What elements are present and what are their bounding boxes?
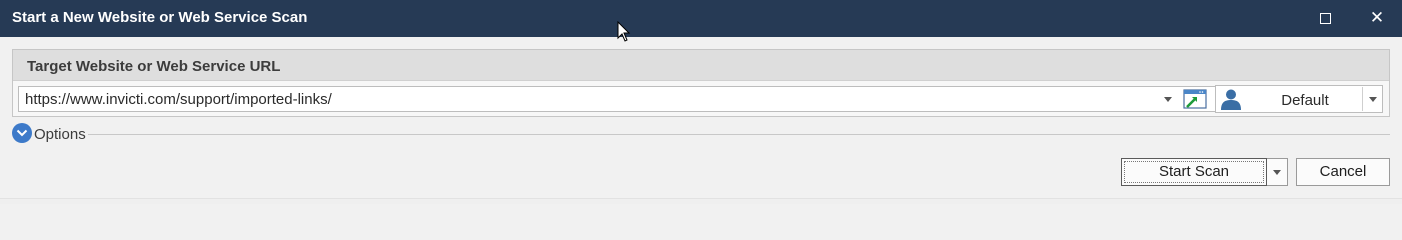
window-title: Start a New Website or Web Service Scan [12,9,308,26]
profile-label: Default [1281,92,1329,109]
options-label[interactable]: Options [34,126,86,143]
options-expand-button[interactable] [12,123,32,143]
profile-selector[interactable]: Default [1215,85,1383,113]
start-scan-dropdown-button[interactable] [1267,158,1288,186]
target-url-group: Target Website or Web Service URL [12,49,1390,117]
url-input[interactable] [25,91,1155,108]
background-window-edge [0,198,1402,204]
profile-dropdown-button[interactable] [1363,86,1383,112]
mouse-cursor-icon [617,21,631,42]
chevron-down-icon [1369,96,1377,102]
chevron-down-icon [1273,169,1281,175]
close-button[interactable]: ✕ [1354,0,1400,37]
cancel-button[interactable]: Cancel [1296,158,1390,186]
group-header: Target Website or Web Service URL [13,50,1389,81]
start-scan-button[interactable]: Start Scan [1121,158,1267,186]
url-combo-box[interactable] [18,86,1221,112]
maximize-button[interactable] [1302,0,1348,37]
title-bar: Start a New Website or Web Service Scan … [0,0,1402,37]
chevron-down-circle-icon [16,129,28,137]
group-title: Target Website or Web Service URL [27,58,281,75]
close-icon: ✕ [1369,8,1385,28]
open-in-browser-icon[interactable] [1183,88,1207,110]
options-divider [88,134,1390,135]
user-icon [1221,89,1241,110]
url-dropdown-button[interactable] [1159,87,1177,111]
maximize-icon [1319,13,1331,24]
chevron-down-icon [1164,96,1172,102]
